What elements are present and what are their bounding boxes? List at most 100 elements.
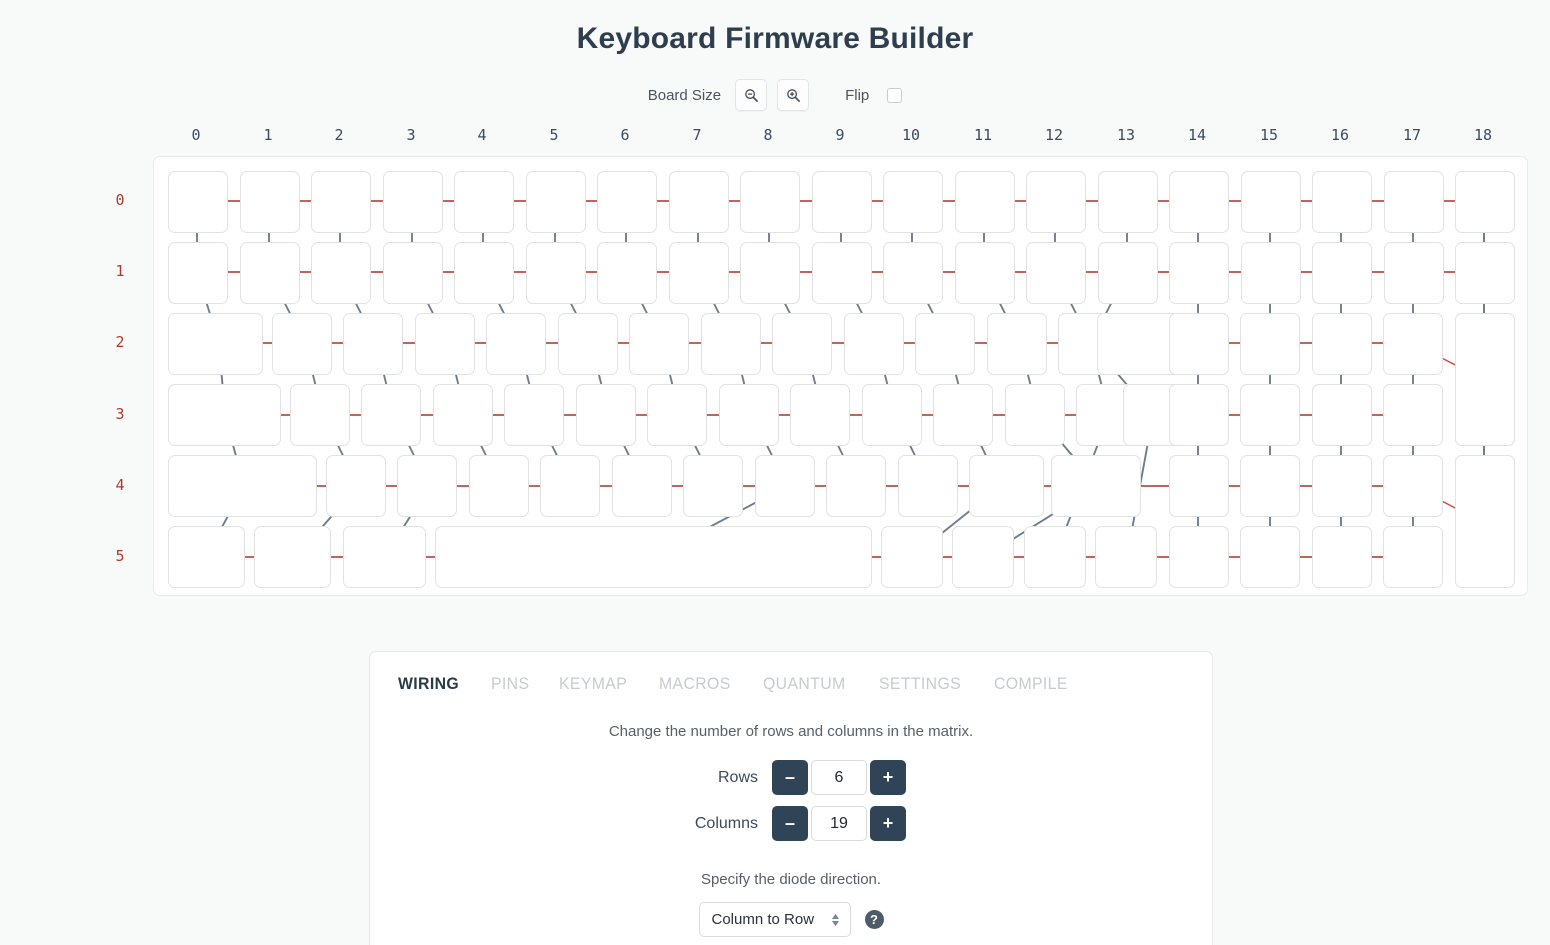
key-r3-c7[interactable] <box>719 384 779 446</box>
key-r5-c3[interactable] <box>435 526 872 588</box>
key-r1-c5[interactable] <box>526 242 586 304</box>
key-r3-c9[interactable] <box>862 384 922 446</box>
key-r1-c14[interactable] <box>1169 242 1229 304</box>
key-r2-c9[interactable] <box>844 313 904 375</box>
key-r0-c1[interactable] <box>240 171 300 233</box>
key-r4-c11[interactable] <box>1051 455 1141 517</box>
rows-increment-button[interactable]: + <box>870 760 906 795</box>
key-r3-c5[interactable] <box>576 384 636 446</box>
key-r0-c14[interactable] <box>1169 171 1229 233</box>
key-r3-c16[interactable] <box>1312 384 1372 446</box>
tab-wiring[interactable]: WIRING <box>398 674 459 697</box>
key-tall-plus[interactable] <box>1455 313 1515 446</box>
key-r4-c10[interactable] <box>969 455 1044 517</box>
key-r2-c0[interactable] <box>168 313 263 375</box>
key-r4-c9[interactable] <box>898 455 958 517</box>
diode-direction-select[interactable]: Column to Row <box>698 902 851 937</box>
key-r4-c7[interactable] <box>755 455 815 517</box>
key-r3-c0[interactable] <box>168 384 281 446</box>
key-r3-c17[interactable] <box>1383 384 1443 446</box>
key-r1-c1[interactable] <box>240 242 300 304</box>
key-r2-c17[interactable] <box>1383 313 1443 375</box>
key-r5-c9[interactable] <box>1240 526 1300 588</box>
key-r3-c11[interactable] <box>1005 384 1065 446</box>
key-r5-c11[interactable] <box>1383 526 1443 588</box>
key-r4-c0[interactable] <box>168 455 317 517</box>
key-r1-c16[interactable] <box>1312 242 1372 304</box>
key-r4-c13[interactable] <box>1240 455 1300 517</box>
key-r5-c0[interactable] <box>168 526 245 588</box>
key-r1-c2[interactable] <box>311 242 371 304</box>
key-r3-c8[interactable] <box>790 384 850 446</box>
key-r5-c5[interactable] <box>952 526 1014 588</box>
key-r1-c0[interactable] <box>168 242 228 304</box>
key-r2-c5[interactable] <box>558 313 618 375</box>
rows-decrement-button[interactable]: – <box>772 760 808 795</box>
key-r3-c1[interactable] <box>290 384 350 446</box>
rows-input[interactable]: 6 <box>811 760 867 795</box>
tab-keymap[interactable]: KEYMAP <box>559 674 627 697</box>
key-r1-c6[interactable] <box>597 242 657 304</box>
key-r3-c14[interactable] <box>1169 384 1229 446</box>
key-r0-c9[interactable] <box>812 171 872 233</box>
key-r1-c12[interactable] <box>1026 242 1086 304</box>
key-r0-c2[interactable] <box>311 171 371 233</box>
key-r2-c16[interactable] <box>1312 313 1372 375</box>
key-r0-c11[interactable] <box>955 171 1015 233</box>
columns-increment-button[interactable]: + <box>870 806 906 841</box>
key-r2-c1[interactable] <box>272 313 332 375</box>
key-r4-c14[interactable] <box>1312 455 1372 517</box>
key-r1-c17[interactable] <box>1384 242 1444 304</box>
key-r5-c8[interactable] <box>1169 526 1229 588</box>
key-r3-c6[interactable] <box>647 384 707 446</box>
key-r3-c2[interactable] <box>361 384 421 446</box>
key-r2-c3[interactable] <box>415 313 475 375</box>
key-r2-c6[interactable] <box>629 313 689 375</box>
key-r1-c10[interactable] <box>883 242 943 304</box>
tab-settings[interactable]: SETTINGS <box>879 674 961 697</box>
key-r1-c3[interactable] <box>383 242 443 304</box>
key-r2-c8[interactable] <box>772 313 832 375</box>
key-r3-c3[interactable] <box>433 384 493 446</box>
key-tall-enter[interactable] <box>1455 455 1515 588</box>
key-r5-c2[interactable] <box>343 526 426 588</box>
key-r4-c15[interactable] <box>1383 455 1443 517</box>
key-r1-c7[interactable] <box>669 242 729 304</box>
columns-decrement-button[interactable]: – <box>772 806 808 841</box>
key-r5-c6[interactable] <box>1024 526 1086 588</box>
key-r4-c3[interactable] <box>469 455 529 517</box>
key-r1-c13[interactable] <box>1098 242 1158 304</box>
key-r3-c10[interactable] <box>933 384 993 446</box>
key-r1-c8[interactable] <box>740 242 800 304</box>
key-r4-c12[interactable] <box>1169 455 1229 517</box>
key-r0-c6[interactable] <box>597 171 657 233</box>
tab-compile[interactable]: COMPILE <box>994 674 1068 697</box>
key-r2-c11[interactable] <box>987 313 1047 375</box>
key-r3-c15[interactable] <box>1240 384 1300 446</box>
key-r1-c15[interactable] <box>1241 242 1301 304</box>
key-r1-c9[interactable] <box>812 242 872 304</box>
key-r2-c14[interactable] <box>1169 313 1229 375</box>
tab-quantum[interactable]: QUANTUM <box>763 674 846 697</box>
key-r2-c10[interactable] <box>915 313 975 375</box>
key-r4-c4[interactable] <box>540 455 600 517</box>
key-r2-c2[interactable] <box>343 313 403 375</box>
key-r0-c12[interactable] <box>1026 171 1086 233</box>
key-r0-c7[interactable] <box>669 171 729 233</box>
key-r0-c13[interactable] <box>1098 171 1158 233</box>
columns-input[interactable]: 19 <box>811 806 867 841</box>
tab-macros[interactable]: MACROS <box>659 674 731 697</box>
key-r0-c10[interactable] <box>883 171 943 233</box>
key-r0-c15[interactable] <box>1241 171 1301 233</box>
key-r3-c4[interactable] <box>504 384 564 446</box>
key-r5-c10[interactable] <box>1312 526 1372 588</box>
key-r2-c15[interactable] <box>1240 313 1300 375</box>
tab-pins[interactable]: PINS <box>491 674 529 697</box>
key-r4-c6[interactable] <box>683 455 743 517</box>
help-icon[interactable]: ? <box>864 910 884 929</box>
key-r0-c8[interactable] <box>740 171 800 233</box>
key-r0-c4[interactable] <box>454 171 514 233</box>
key-r5-c4[interactable] <box>881 526 943 588</box>
zoom-out-button[interactable] <box>735 79 768 111</box>
key-r5-c1[interactable] <box>254 526 331 588</box>
